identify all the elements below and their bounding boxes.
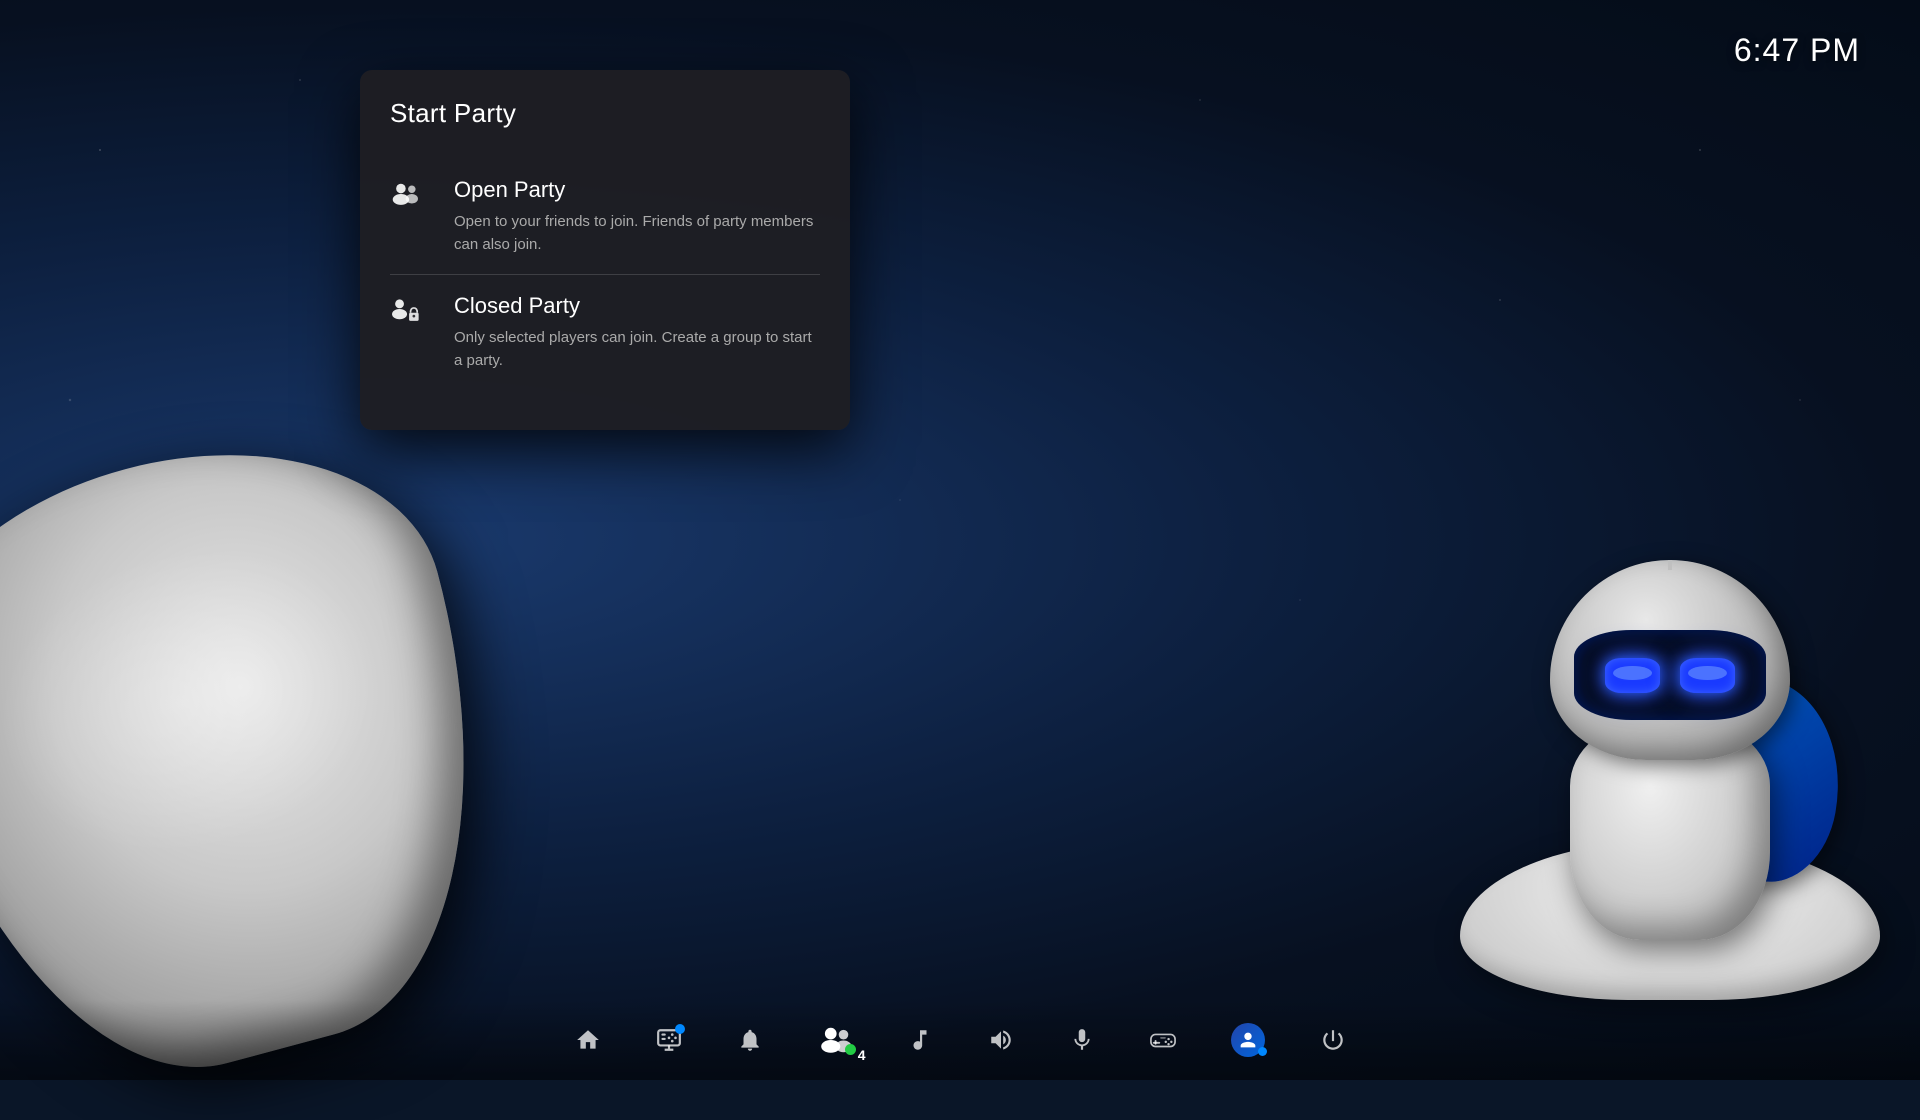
taskbar-friends[interactable]: 4 xyxy=(818,1025,852,1055)
clock: 6:47 PM xyxy=(1734,32,1860,69)
game-notification-dot xyxy=(675,1024,685,1034)
friends-count: 4 xyxy=(858,1047,866,1063)
closed-party-option[interactable]: Closed Party Only selected players can j… xyxy=(390,274,820,390)
controller-decoration xyxy=(0,430,470,1030)
open-party-option[interactable]: Open Party Open to your friends to join.… xyxy=(390,159,820,274)
open-party-title: Open Party xyxy=(454,177,820,203)
taskbar-power[interactable] xyxy=(1320,1027,1346,1053)
controller-icon xyxy=(1150,1027,1176,1053)
music-icon xyxy=(907,1027,933,1053)
open-party-desc: Open to your friends to join. Friends of… xyxy=(454,211,820,256)
closed-party-icon xyxy=(390,295,434,331)
friends-online-dot xyxy=(845,1044,856,1055)
taskbar-mic[interactable] xyxy=(1069,1027,1095,1053)
open-party-content: Open Party Open to your friends to join.… xyxy=(454,177,820,256)
closed-party-title: Closed Party xyxy=(454,293,820,319)
astro-bot-decoration xyxy=(1270,380,1870,1000)
modal-title: Start Party xyxy=(390,98,820,129)
taskbar-game[interactable] xyxy=(656,1027,682,1053)
taskbar-account[interactable] xyxy=(1231,1023,1265,1057)
bell-icon xyxy=(737,1027,763,1053)
taskbar-volume[interactable] xyxy=(988,1027,1014,1053)
closed-party-desc: Only selected players can join. Create a… xyxy=(454,327,820,372)
taskbar-music[interactable] xyxy=(907,1027,933,1053)
home-icon xyxy=(575,1027,601,1053)
volume-icon xyxy=(988,1027,1014,1053)
taskbar-controller[interactable] xyxy=(1150,1027,1176,1053)
closed-party-content: Closed Party Only selected players can j… xyxy=(454,293,820,372)
mic-icon xyxy=(1069,1027,1095,1053)
avatar-icon xyxy=(1237,1029,1259,1051)
taskbar: 4 xyxy=(0,1000,1920,1080)
account-notification-dot xyxy=(1258,1047,1267,1056)
start-party-modal: Start Party Open Party Open to your frie… xyxy=(360,70,850,430)
open-party-icon xyxy=(390,179,434,215)
power-icon xyxy=(1320,1027,1346,1053)
taskbar-notifications[interactable] xyxy=(737,1027,763,1053)
taskbar-home[interactable] xyxy=(575,1027,601,1053)
